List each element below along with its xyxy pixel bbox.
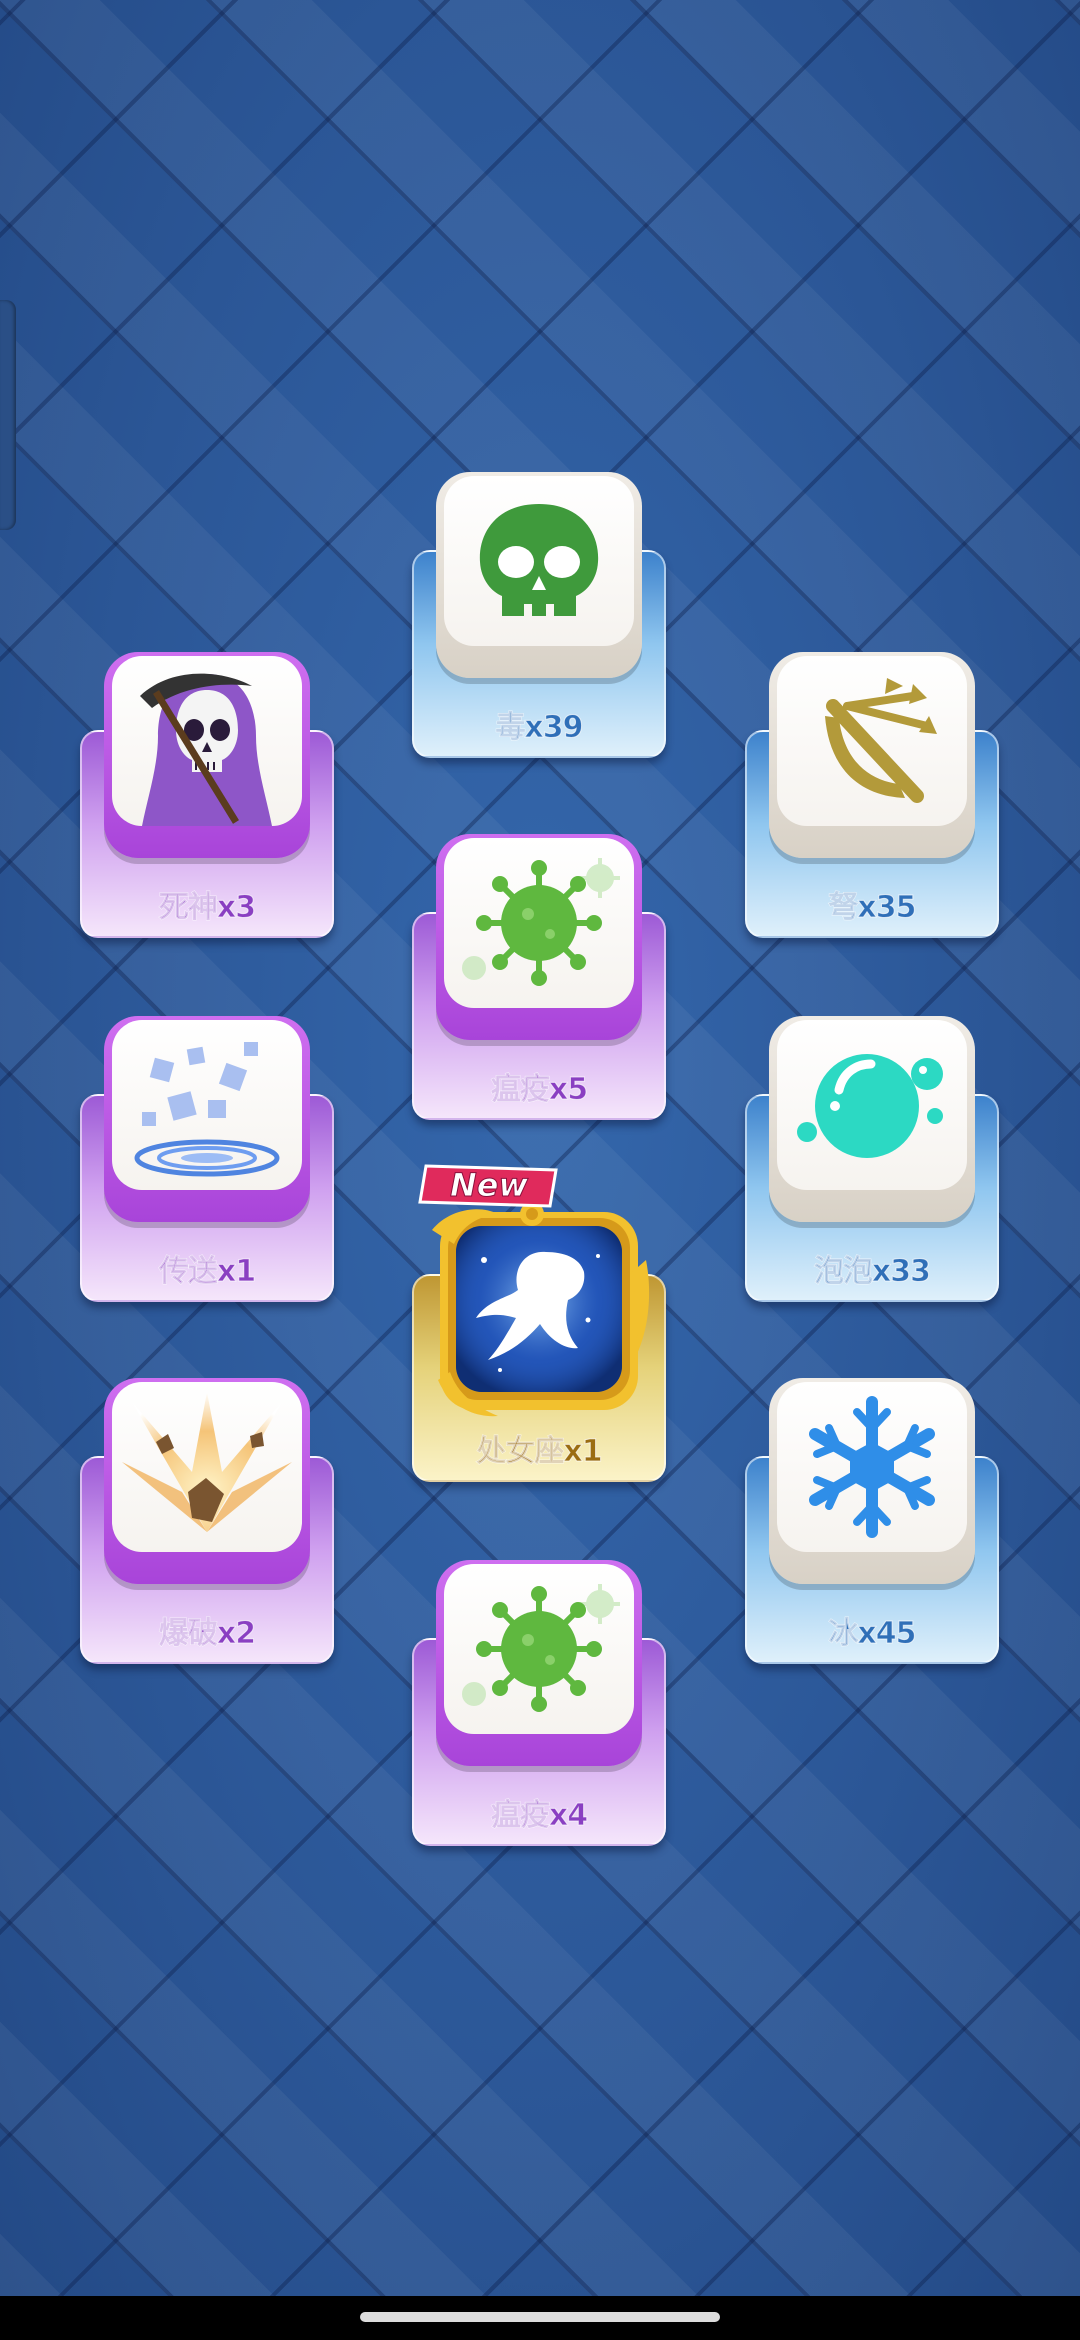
side-drawer-handle[interactable] [0,300,16,530]
tile [436,1560,642,1766]
virus-icon [444,838,634,1008]
tile [104,652,310,858]
card-label: 泡泡x33 [813,1254,931,1290]
home-indicator[interactable] [360,2312,720,2322]
bubble-icon [777,1020,967,1190]
card-reaper[interactable]: 死神x3 [80,652,334,938]
tile [436,472,642,678]
card-label: 瘟疫x5 [490,1072,588,1108]
tile [769,652,975,858]
card-bubble[interactable]: 泡泡x33 [745,1016,999,1302]
card-label: 传送x1 [158,1254,256,1290]
explosion-icon [112,1382,302,1552]
tile [104,1016,310,1222]
card-label: 爆破x2 [158,1616,256,1652]
card-virgo[interactable]: New 处女座x1 [412,1164,666,1482]
teleport-icon [112,1020,302,1190]
tile [769,1016,975,1222]
card-ice[interactable]: 冰x45 [745,1378,999,1664]
card-blast[interactable]: 爆破x2 [80,1378,334,1664]
system-navigation-bar [0,2296,1080,2340]
tile [104,1378,310,1584]
gold-frame [428,1200,650,1422]
virus-icon [444,1564,634,1734]
game-screen: 毒x39 死神x3 弩x35 瘟疫x5 传送x1 泡泡x33 New 处女座x1… [0,0,1080,2340]
card-label: 弩x35 [828,890,917,926]
card-label: 处女座x1 [476,1434,603,1470]
grim-reaper-icon [112,656,302,826]
crossbow-icon [777,656,967,826]
card-label: 死神x3 [158,890,256,926]
card-crossbow[interactable]: 弩x35 [745,652,999,938]
card-poison[interactable]: 毒x39 [412,472,666,758]
card-plague-4[interactable]: 瘟疫x4 [412,1560,666,1846]
tile [436,834,642,1040]
snowflake-icon [777,1382,967,1552]
card-plague-5[interactable]: 瘟疫x5 [412,834,666,1120]
new-badge-label: New [449,1166,529,1205]
card-teleport[interactable]: 传送x1 [80,1016,334,1302]
skull-icon [444,476,634,646]
card-label: 瘟疫x4 [490,1798,588,1834]
tile [769,1378,975,1584]
new-badge: New [416,1162,562,1212]
card-label: 毒x39 [495,710,584,746]
card-label: 冰x45 [828,1616,917,1652]
